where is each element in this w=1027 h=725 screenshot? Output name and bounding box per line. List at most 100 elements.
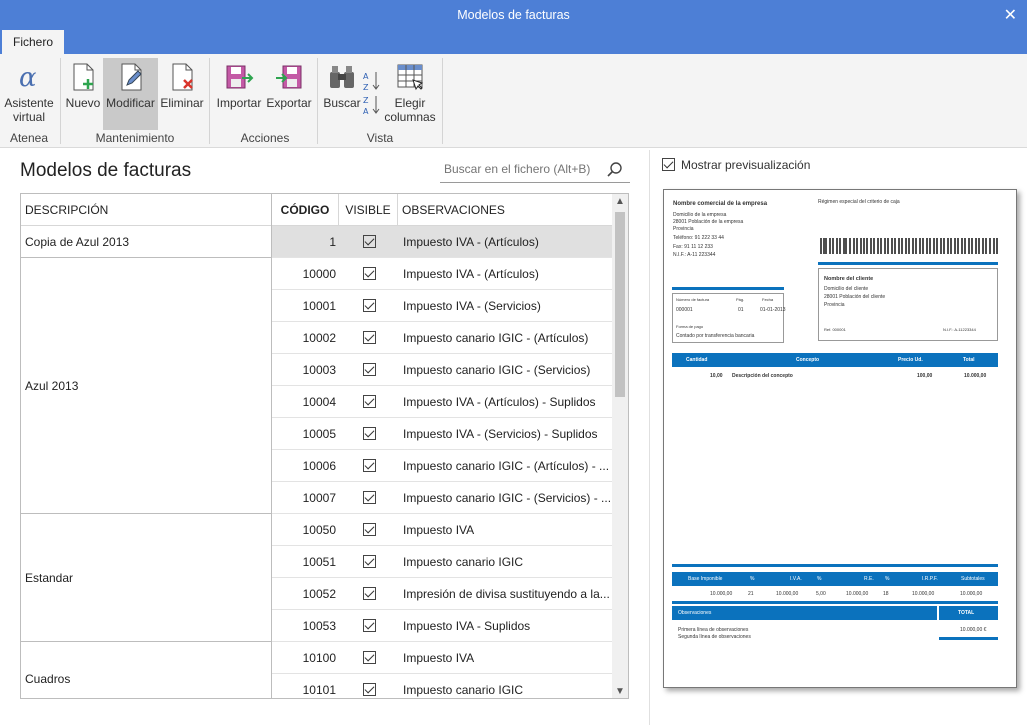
table-row[interactable]: 10101 Impuesto canario IGIC <box>272 674 612 698</box>
doc-pay-v: Contado por transferencia bancaria <box>676 333 755 339</box>
group-cell[interactable]: Estandar <box>21 514 271 642</box>
observations-cell: Impuesto canario IGIC - (Servicios) <box>403 363 591 377</box>
table-row[interactable]: 10001 Impuesto IVA - (Servicios) <box>272 290 612 322</box>
table-row[interactable]: 10006 Impuesto canario IGIC - (Artículos)… <box>272 450 612 482</box>
doc-regime: Régimen especial del criterio de caja <box>818 199 900 205</box>
visible-checkbox[interactable] <box>363 683 376 696</box>
table-row[interactable]: 10007 Impuesto canario IGIC - (Servicios)… <box>272 482 612 514</box>
blue-rule <box>672 287 784 290</box>
import-button[interactable]: Importar <box>215 58 263 128</box>
assistant-button[interactable]: α Asistente virtual <box>2 58 56 128</box>
visible-checkbox[interactable] <box>363 523 376 536</box>
blue-rule <box>672 601 998 604</box>
visible-checkbox[interactable] <box>363 651 376 664</box>
visible-checkbox[interactable] <box>363 587 376 600</box>
doc-th-concept: Concepto <box>796 357 820 363</box>
close-icon[interactable]: ✕ <box>1004 5 1017 25</box>
svg-text:A: A <box>363 107 369 116</box>
doc-tot-v: 5,00 <box>816 591 826 597</box>
doc-tot-h: % <box>817 576 822 582</box>
visible-checkbox[interactable] <box>363 427 376 440</box>
doc-client1: Domicilio del cliente <box>824 286 869 292</box>
code-cell: 10052 <box>302 587 336 601</box>
delete-button[interactable]: Eliminar <box>160 58 204 128</box>
choose-columns-button[interactable]: Elegir columnas <box>384 58 436 128</box>
visible-checkbox[interactable] <box>363 299 376 312</box>
sort-asc-icon[interactable]: AZ <box>362 70 382 92</box>
visible-checkbox[interactable] <box>363 331 376 344</box>
search-input[interactable] <box>444 162 594 176</box>
doc-tot-v: 10.000,00 <box>846 591 869 597</box>
header-observations[interactable]: OBSERVACIONES <box>398 194 612 226</box>
new-document-icon <box>73 63 94 91</box>
code-cell: 10007 <box>302 491 336 505</box>
scroll-down-icon[interactable]: ▼ <box>612 684 628 698</box>
table-row[interactable]: 10003 Impuesto canario IGIC - (Servicios) <box>272 354 612 386</box>
code-cell: 10004 <box>302 395 336 409</box>
visible-checkbox[interactable] <box>363 555 376 568</box>
divider <box>209 58 210 144</box>
header-visible[interactable]: VISIBLE <box>339 194 397 226</box>
vertical-scrollbar[interactable]: ▲ ▼ <box>612 194 628 698</box>
title-bar: Modelos de facturas ✕ <box>0 0 1027 30</box>
delete-document-icon <box>172 63 193 91</box>
visible-checkbox[interactable] <box>363 395 376 408</box>
new-button[interactable]: Nuevo <box>64 58 102 128</box>
code-cell: 10051 <box>302 555 336 569</box>
doc-line-concept: Descripción del concepto <box>732 373 793 379</box>
table-row[interactable]: 10051 Impuesto canario IGIC <box>272 546 612 578</box>
table-row[interactable]: 10100 Impuesto IVA <box>272 642 612 674</box>
table-row[interactable]: 10000 Impuesto IVA - (Artículos) <box>272 258 612 290</box>
visible-checkbox[interactable] <box>363 619 376 632</box>
import-icon <box>226 65 254 89</box>
svg-text:Z: Z <box>363 96 369 105</box>
doc-inv-h3: Fecha <box>762 297 774 302</box>
visible-checkbox[interactable] <box>363 491 376 504</box>
doc-line-total: 10.000,00 <box>964 373 987 379</box>
invoice-preview: Nombre comercial de la empresa Régimen e… <box>663 189 1017 688</box>
search-icon[interactable] <box>606 161 624 179</box>
code-cell: 10101 <box>302 683 336 697</box>
scroll-thumb[interactable] <box>615 212 625 397</box>
tab-fichero[interactable]: Fichero <box>2 30 64 54</box>
scroll-up-icon[interactable]: ▲ <box>612 194 628 210</box>
doc-addr1: Domicilio de la empresa <box>673 212 727 218</box>
group-cell[interactable]: Azul 2013 <box>21 258 271 514</box>
preview-checkbox[interactable] <box>662 158 675 171</box>
table-row[interactable]: 10050 Impuesto IVA <box>272 514 612 546</box>
observations-cell: Impuesto IVA - (Servicios) <box>403 299 541 313</box>
modify-button[interactable]: Modificar <box>103 58 158 130</box>
visible-checkbox[interactable] <box>363 363 376 376</box>
visible-checkbox[interactable] <box>363 267 376 280</box>
totals-header: Base Imponible % I.V.A. % R.E. % I.R.P.F… <box>672 572 998 586</box>
assistant-label: Asistente virtual <box>4 96 54 124</box>
doc-addr2: 28001 Población de la empresa <box>673 219 744 225</box>
group-vista: Vista <box>366 131 394 145</box>
search-button[interactable]: Buscar <box>322 58 362 128</box>
table-row[interactable]: 10005 Impuesto IVA - (Servicios) - Suplid… <box>272 418 612 450</box>
header-code[interactable]: CÓDIGO <box>272 194 338 226</box>
group-cell[interactable]: Cuadros <box>21 642 271 698</box>
table-row[interactable]: 10004 Impuesto IVA - (Artículos) - Suplid… <box>272 386 612 418</box>
visible-checkbox[interactable] <box>363 235 376 248</box>
observations-cell: Impuesto IVA - (Servicios) - Suplidos <box>403 427 598 441</box>
doc-client3: Provincia <box>824 302 845 308</box>
group-atenea: Atenea <box>9 131 49 145</box>
doc-nif: N.I.F.: A-11 223344 <box>673 252 716 258</box>
table-row[interactable]: 10052 Impresión de divisa sustituyendo a … <box>272 578 612 610</box>
table-row[interactable]: 10002 Impuesto canario IGIC - (Artículos) <box>272 322 612 354</box>
export-button[interactable]: Exportar <box>265 58 313 128</box>
group-cell[interactable]: Copia de Azul 2013 <box>21 226 271 258</box>
header-description[interactable]: DESCRIPCIÓN <box>21 194 271 226</box>
sort-desc-icon[interactable]: ZA <box>362 94 382 116</box>
table-row[interactable]: 10053 Impuesto IVA - Suplidos <box>272 610 612 642</box>
preview-label[interactable]: Mostrar previsualización <box>681 158 810 172</box>
visible-checkbox[interactable] <box>363 459 376 472</box>
divider <box>317 58 318 144</box>
pane-divider[interactable] <box>649 150 650 725</box>
doc-inv-v3: 01-01-2013 <box>760 307 786 313</box>
code-cell: 10002 <box>302 331 336 345</box>
table-row[interactable]: 1 Impuesto IVA - (Artículos) <box>272 226 612 258</box>
group-mantenimiento: Mantenimiento <box>95 131 175 145</box>
doc-line-price: 100,00 <box>917 373 933 379</box>
